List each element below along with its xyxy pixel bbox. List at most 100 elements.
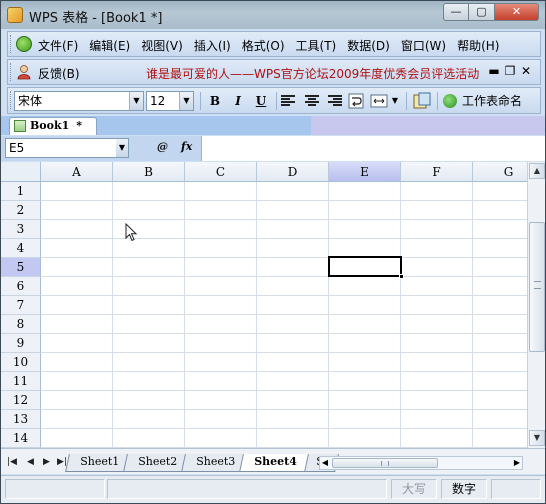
toolbar-grip[interactable] [10,91,13,109]
first-sheet-icon[interactable]: |◀ [7,457,17,467]
row-header-8[interactable]: 8 [1,315,41,334]
menu-list: 文件(F) 编辑(E) 视图(V) 插入(I) 格式(O) 工具(T) 数据(D… [38,37,510,54]
previous-sheet-icon[interactable]: ◀ [27,457,34,467]
menu-edit[interactable]: 编辑(E) [89,37,130,54]
fill-handle[interactable] [399,274,404,279]
horizontal-scrollbar[interactable]: ◀ ▶ [319,456,523,470]
grid-line [41,257,527,258]
row-header-2[interactable]: 2 [1,201,41,220]
column-header-a[interactable]: A [41,162,113,182]
doc-restore-button[interactable]: ❐ [502,64,518,78]
sheet-tab-label: Sheet4 [254,455,298,468]
sheet-tab-label: Sheet2 [138,455,178,468]
horizontal-scroll-thumb[interactable] [332,458,438,468]
menu-help[interactable]: 帮助(H) [457,37,499,54]
next-sheet-icon[interactable]: ▶ [43,457,50,467]
scroll-right-icon[interactable]: ▶ [512,457,522,469]
tab-book1[interactable]: Book1 * [9,117,97,135]
scroll-down-icon[interactable]: ▼ [529,430,545,446]
row-header-12[interactable]: 12 [1,391,41,410]
insert-function-button[interactable]: fx [181,140,192,153]
align-right-icon[interactable] [328,95,342,107]
menu-window[interactable]: 窗口(W) [401,37,446,54]
clipboard-sheets-icon[interactable] [412,92,432,110]
function-search-icon[interactable]: @ [157,140,168,153]
row-header-5[interactable]: 5 [1,258,41,277]
sheet-tab-3[interactable]: Sheet3 [181,454,248,472]
grid-line [41,276,527,277]
chevron-down-icon[interactable]: ▼ [116,139,128,157]
menu-file[interactable]: 文件(F) [38,37,78,54]
minimize-button[interactable]: — [443,3,469,21]
format-toolbar: 宋体 ▼ 12 ▼ B I U ▼ 工作表命名 [7,87,541,114]
doc-close-button[interactable]: ✕ [518,64,534,78]
menu-bar: 文件(F) 编辑(E) 视图(V) 插入(I) 格式(O) 工具(T) 数据(D… [7,31,541,57]
grid-line [41,390,527,391]
row-header-3[interactable]: 3 [1,220,41,239]
row-header-13[interactable]: 13 [1,410,41,429]
maximize-button[interactable]: ▢ [469,3,495,21]
row-header-14[interactable]: 14 [1,429,41,448]
column-header-e[interactable]: E [329,162,401,182]
chevron-down-icon[interactable]: ▼ [179,92,193,110]
menu-insert[interactable]: 插入(I) [194,37,231,54]
row-header-11[interactable]: 11 [1,372,41,391]
row-header-10[interactable]: 10 [1,353,41,372]
wrap-text-icon[interactable] [348,93,364,109]
grid-line [41,428,527,429]
column-header-c[interactable]: C [185,162,257,182]
close-button[interactable]: ✕ [495,3,539,21]
vertical-scroll-thumb[interactable] [529,222,545,352]
row-header-1[interactable]: 1 [1,182,41,201]
rename-sheet-button[interactable]: 工作表命名 [443,91,522,111]
status-pane-extra [491,479,541,499]
row-header-9[interactable]: 9 [1,334,41,353]
wps-app-icon [7,7,23,23]
spreadsheet-grid[interactable]: A B C D E F G 1 2 3 4 5 6 7 8 9 10 11 12… [1,162,527,448]
promo-link[interactable]: 谁是最可爱的人——WPS官方论坛2009年度优秀会员评选活动 [146,65,479,82]
formula-input[interactable] [201,136,545,161]
row-header-6[interactable]: 6 [1,277,41,296]
feedback-button[interactable]: 反馈(B) [38,65,80,82]
feedback-bar: 反馈(B) 谁是最可爱的人——WPS官方论坛2009年度优秀会员评选活动 ▬ ❐… [7,59,541,85]
column-header-g[interactable]: G [473,162,527,182]
doc-minimize-button[interactable]: ▬ [486,64,502,78]
grid-line [41,238,527,239]
chevron-down-icon[interactable]: ▼ [129,92,143,110]
sheet-tab-4[interactable]: Sheet4 [239,454,309,472]
name-box[interactable]: E5 ▼ [5,138,129,158]
scroll-up-icon[interactable]: ▲ [529,163,545,179]
chevron-down-icon[interactable]: ▼ [390,91,400,111]
merge-cells-icon[interactable] [370,93,388,109]
align-left-icon[interactable] [281,95,295,107]
row-header-7[interactable]: 7 [1,296,41,315]
toolbar-grip[interactable] [10,35,13,53]
modified-marker: * [76,119,82,132]
wps-logo-icon[interactable] [16,36,32,52]
select-all-corner[interactable] [1,162,41,182]
sheet-tab-1[interactable]: Sheet1 [65,454,131,472]
column-header-d[interactable]: D [257,162,329,182]
row-header-4[interactable]: 4 [1,239,41,258]
underline-button[interactable]: U [250,91,272,111]
menu-view[interactable]: 视图(V) [141,37,183,54]
column-header-b[interactable]: B [113,162,185,182]
font-name-select[interactable]: 宋体 ▼ [14,91,144,111]
sheet-tab-2[interactable]: Sheet2 [123,454,190,472]
menu-tools[interactable]: 工具(T) [296,37,337,54]
italic-button[interactable]: I [227,91,249,111]
active-cell-e5[interactable] [328,256,404,279]
grid-line [41,333,527,334]
vertical-scrollbar[interactable]: ▲ ▼ [527,162,545,448]
menu-data[interactable]: 数据(D) [347,37,390,54]
align-center-icon[interactable] [305,95,319,107]
bold-button[interactable]: B [204,91,226,111]
status-bar: 大写 数字 [1,475,545,503]
window-title: WPS 表格 - [Book1 *] [29,11,163,26]
scroll-left-icon[interactable]: ◀ [320,457,330,469]
menu-format[interactable]: 格式(O) [242,37,285,54]
column-header-f[interactable]: F [401,162,473,182]
mouse-pointer-icon [125,223,138,242]
toolbar-grip[interactable] [10,63,13,81]
font-size-select[interactable]: 12 ▼ [146,91,194,111]
